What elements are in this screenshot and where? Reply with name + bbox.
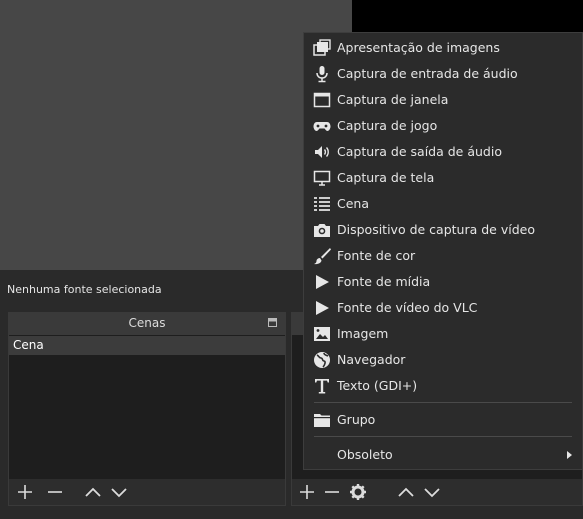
scenes-dock: Cenas Cena <box>8 312 286 506</box>
sources-toolbar <box>292 479 582 505</box>
menu-separator <box>314 402 572 403</box>
menu-item-vlc-source[interactable]: Fonte de vídeo do VLC <box>304 295 582 321</box>
menu-item-display-capture[interactable]: Captura de tela <box>304 165 582 191</box>
menu-item-color-source[interactable]: Fonte de cor <box>304 243 582 269</box>
menu-item-label: Apresentação de imagens <box>337 40 500 55</box>
move-scene-down-button[interactable] <box>109 482 129 502</box>
minus-icon <box>325 491 339 493</box>
plus-icon <box>18 485 32 499</box>
globe-icon <box>313 351 331 369</box>
menu-item-group[interactable]: Grupo <box>304 407 582 433</box>
folder-icon <box>313 411 331 429</box>
source-properties-button[interactable] <box>348 482 368 502</box>
remove-scene-button[interactable] <box>45 482 65 502</box>
chevron-down-icon <box>424 488 440 498</box>
chevron-up-icon <box>85 487 101 497</box>
menu-item-image[interactable]: Imagem <box>304 321 582 347</box>
minus-icon <box>48 491 62 493</box>
menu-item-audio-input[interactable]: Captura de entrada de áudio <box>304 61 582 87</box>
menu-item-label: Navegador <box>337 352 406 367</box>
menu-item-label: Obsoleto <box>337 447 393 462</box>
scenes-toolbar <box>9 479 285 505</box>
scene-list <box>9 355 285 481</box>
menu-item-label: Texto (GDI+) <box>337 378 418 393</box>
menu-item-label: Dispositivo de captura de vídeo <box>337 222 535 237</box>
scenes-title: Cenas <box>128 316 166 330</box>
menu-item-browser[interactable]: Navegador <box>304 347 582 373</box>
submenu-arrow-icon <box>567 451 572 459</box>
menu-item-text-gdi[interactable]: Texto (GDI+) <box>304 373 582 399</box>
menu-item-game-capture[interactable]: Captura de jogo <box>304 113 582 139</box>
gear-icon <box>350 484 366 500</box>
gamepad-icon <box>313 117 331 135</box>
menu-item-scene[interactable]: Cena <box>304 191 582 217</box>
menu-item-video-capture-device[interactable]: Dispositivo de captura de vídeo <box>304 217 582 243</box>
menu-item-label: Fonte de cor <box>337 248 416 263</box>
menu-item-label: Cena <box>337 196 370 211</box>
menu-item-audio-output[interactable]: Captura de saída de áudio <box>304 139 582 165</box>
add-scene-button[interactable] <box>15 482 35 502</box>
remove-source-button[interactable] <box>322 482 342 502</box>
monitor-icon <box>313 169 331 187</box>
scene-item[interactable]: Cena <box>9 336 285 355</box>
menu-item-label: Captura de saída de áudio <box>337 144 502 159</box>
speaker-icon <box>313 143 331 161</box>
menu-item-label: Captura de tela <box>337 170 435 185</box>
image-icon <box>313 325 331 343</box>
chevron-up-icon <box>398 487 414 497</box>
plus-icon <box>300 485 314 499</box>
menu-item-label: Fonte de vídeo do VLC <box>337 300 478 315</box>
add-source-button[interactable] <box>297 482 317 502</box>
menu-item-deprecated[interactable]: Obsoleto <box>304 442 582 468</box>
window-icon <box>313 91 331 109</box>
scenes-dock-title: Cenas <box>9 313 285 335</box>
brush-icon <box>313 247 331 265</box>
menu-item-media-source[interactable]: Fonte de mídia <box>304 269 582 295</box>
menu-item-slideshow[interactable]: Apresentação de imagens <box>304 35 582 61</box>
no-source-label: Nenhuma fonte selecionada <box>7 283 162 296</box>
text-icon <box>313 377 331 395</box>
scene-item-label: Cena <box>13 338 44 352</box>
list-icon <box>313 195 331 213</box>
move-source-down-button[interactable] <box>422 482 442 502</box>
move-source-up-button[interactable] <box>396 482 416 502</box>
microphone-icon <box>313 65 331 83</box>
menu-item-label: Captura de janela <box>337 92 449 107</box>
preview-canvas <box>0 0 352 270</box>
menu-item-label: Captura de jogo <box>337 118 438 133</box>
play-icon <box>313 273 331 291</box>
menu-item-window-capture[interactable]: Captura de janela <box>304 87 582 113</box>
slideshow-icon <box>313 39 331 57</box>
menu-item-label: Imagem <box>337 326 389 341</box>
play-icon <box>313 299 331 317</box>
menu-item-label: Fonte de mídia <box>337 274 431 289</box>
camera-icon <box>313 221 331 239</box>
float-dock-icon[interactable] <box>268 318 277 327</box>
menu-item-label: Captura de entrada de áudio <box>337 66 518 81</box>
add-source-menu: Apresentação de imagens Captura de entra… <box>303 32 583 470</box>
menu-item-label: Grupo <box>337 412 376 427</box>
menu-separator <box>314 436 572 437</box>
move-scene-up-button[interactable] <box>83 482 103 502</box>
chevron-down-icon <box>111 488 127 498</box>
